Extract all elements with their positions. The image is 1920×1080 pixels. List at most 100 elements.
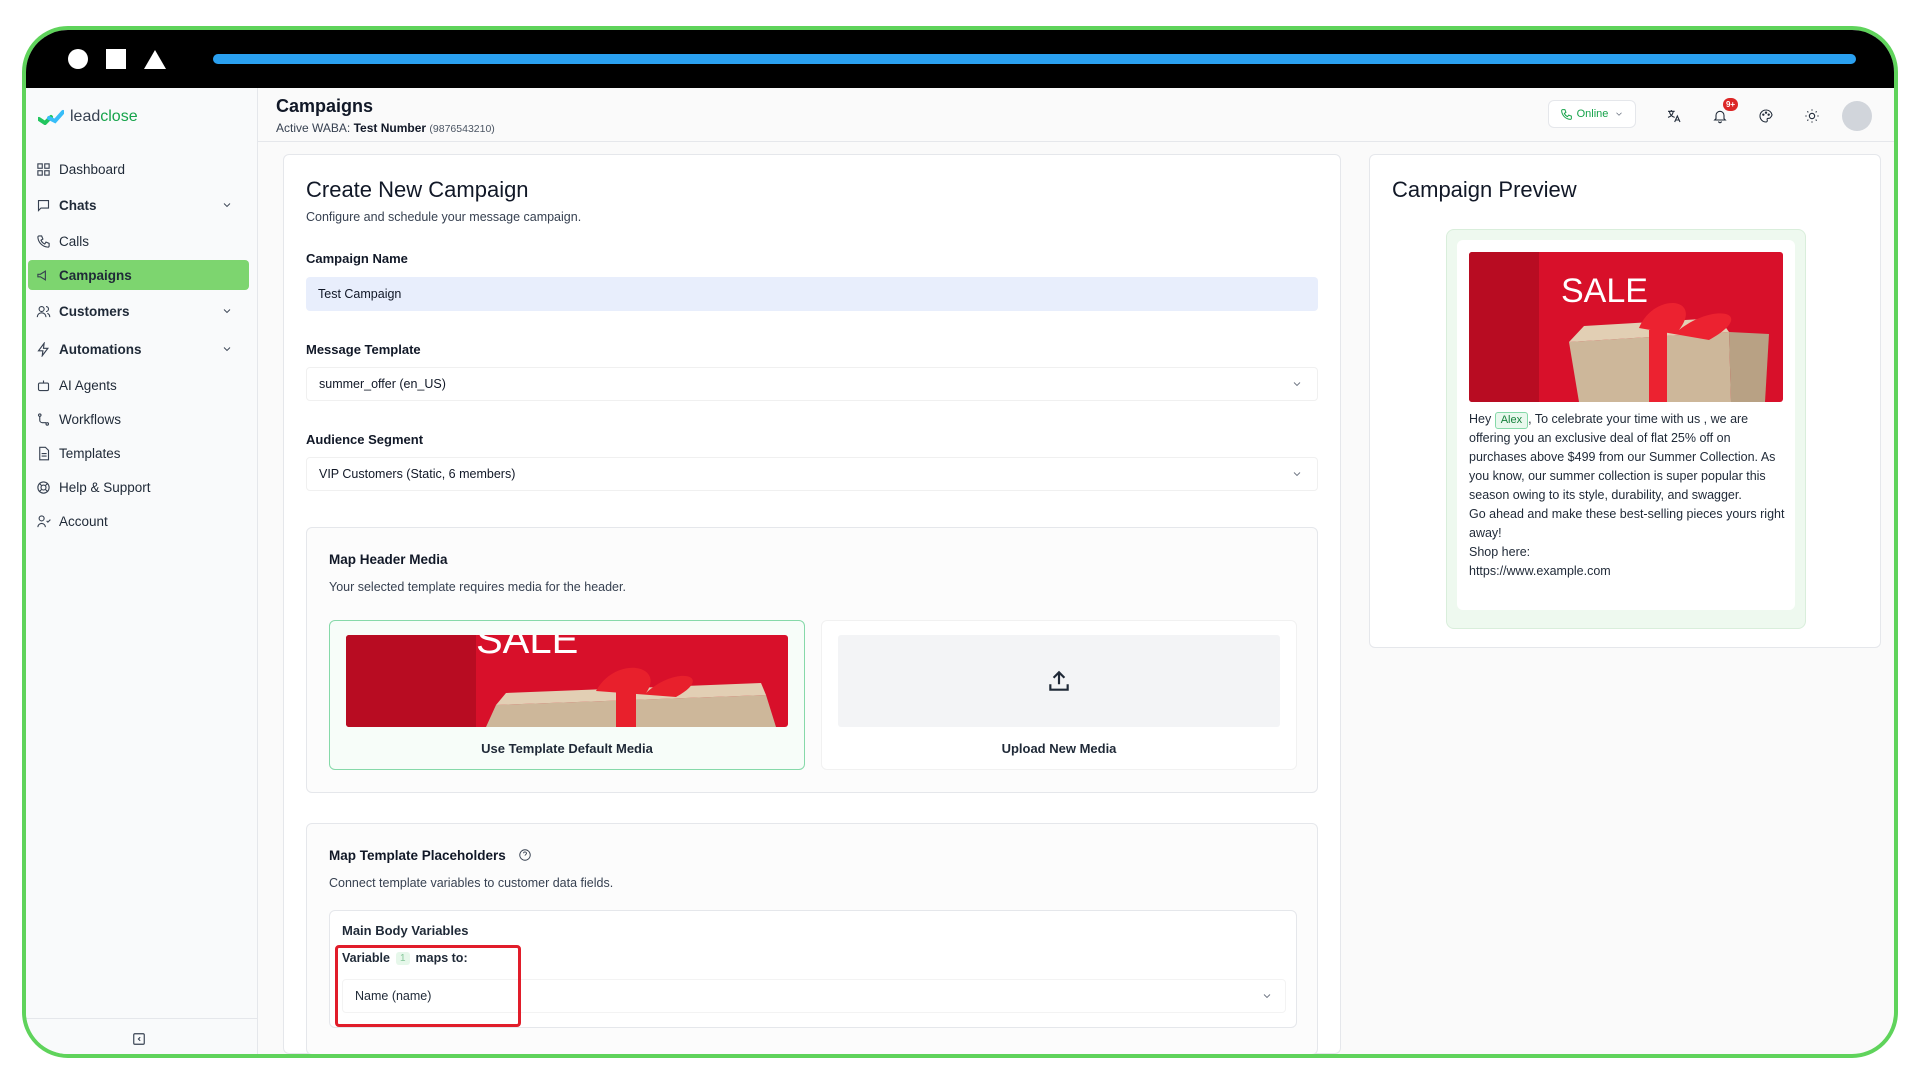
chevron-down-icon[interactable] (221, 199, 233, 211)
sidebar-item-workflows[interactable]: Workflows (28, 404, 249, 434)
message-preview: SALE Hey Alex, To celebrate your time wi… (1446, 229, 1806, 629)
sidebar-item-ai-agents[interactable]: AI Agents (28, 370, 249, 400)
active-waba: Active WABA: Test Number (9876543210) (276, 121, 495, 135)
chat-icon (37, 199, 50, 212)
phone-icon (37, 234, 50, 248)
message-body: Hey Alex, To celebrate your time with us… (1469, 410, 1787, 581)
phone-icon (1560, 108, 1572, 120)
create-campaign-card: Create New Campaign Configure and schedu… (283, 154, 1341, 1054)
sidebar-item-label: Account (59, 513, 108, 529)
chevron-down-icon (1616, 112, 1623, 116)
message-template-label: Message Template (306, 342, 421, 357)
message-line-2: Go ahead and make these best-selling pie… (1469, 507, 1785, 540)
sidebar-item-campaigns[interactable]: Campaigns (28, 260, 249, 290)
triangle-icon (144, 49, 166, 69)
sale-gift-image: SALE (1469, 252, 1783, 402)
highlight-box (335, 945, 521, 1027)
upload-media-option[interactable]: Upload New Media (821, 620, 1297, 770)
header-media-section: Map Header Media Your selected template … (306, 527, 1318, 793)
sale-image: SALE (346, 635, 788, 727)
upload-media-label: Upload New Media (1001, 741, 1117, 756)
sidebar: lead close Dashboard Chats Calls Campaign… (26, 88, 258, 1054)
message-template-select[interactable]: summer_offer (en_US) (306, 367, 1318, 401)
brand-name-part2: close (100, 108, 138, 125)
sidebar-item-label: Help & Support (59, 479, 151, 495)
header: Campaigns Active WABA: Test Number (9876… (258, 88, 1894, 142)
sidebar-footer (26, 1018, 257, 1054)
user-icon (37, 514, 51, 527)
translate-icon[interactable] (1666, 108, 1682, 124)
sale-text: SALE (476, 635, 578, 662)
sidebar-item-label: Dashboard (59, 161, 126, 177)
sidebar-item-calls[interactable]: Calls (28, 226, 249, 256)
sidebar-item-label: Chats (59, 197, 97, 213)
sidebar-item-label: Templates (59, 445, 121, 461)
default-media-label: Use Template Default Media (481, 741, 653, 756)
status-label: Online (1576, 108, 1609, 120)
dashboard-icon (37, 162, 50, 176)
page-title: Campaigns (276, 96, 374, 116)
message-line-3: Shop here: (1469, 545, 1531, 559)
sidebar-item-chats[interactable]: Chats (28, 188, 249, 222)
waba-number: (9876543210) (429, 123, 495, 135)
lifebuoy-icon (37, 480, 50, 494)
sidebar-item-label: Calls (59, 233, 90, 249)
sidebar-item-help-support[interactable]: Help & Support (28, 472, 249, 502)
audience-segment-value: VIP Customers (Static, 6 members) (319, 467, 516, 481)
bell-icon[interactable] (1712, 108, 1728, 124)
sidebar-item-label: Workflows (59, 411, 122, 427)
sidebar-item-dashboard[interactable]: Dashboard (28, 154, 249, 184)
name-variable-chip: Alex (1494, 412, 1529, 429)
campaign-name-label: Campaign Name (306, 251, 408, 266)
progress-fill (213, 54, 1856, 64)
chevron-down-icon[interactable] (221, 343, 233, 355)
sidebar-nav: Dashboard Chats Calls Campaigns Customer… (26, 154, 257, 540)
palette-icon[interactable] (1758, 108, 1774, 124)
brand-name-part1: lead (70, 108, 101, 125)
message-bubble: SALE Hey Alex, To celebrate your time wi… (1457, 240, 1795, 610)
sun-icon[interactable] (1804, 108, 1820, 124)
sale-text: SALE (1561, 272, 1648, 310)
form-subtitle: Configure and schedule your message camp… (306, 210, 582, 224)
users-icon (36, 305, 51, 317)
chevron-down-icon (1293, 472, 1301, 477)
sale-gift-image: SALE (346, 635, 788, 727)
sidebar-item-customers[interactable]: Customers (28, 294, 249, 328)
chevron-down-icon[interactable] (221, 305, 233, 317)
sidebar-item-label: Campaigns (59, 267, 132, 283)
sidebar-item-account[interactable]: Account (28, 506, 249, 536)
audience-segment-select[interactable]: VIP Customers (Static, 6 members) (306, 457, 1318, 491)
workflow-icon (37, 412, 50, 426)
sidebar-item-templates[interactable]: Templates (28, 438, 249, 468)
top-bar (26, 30, 1894, 88)
device-frame: lead close Dashboard Chats Calls Campaign… (22, 26, 1898, 1058)
campaign-name-input[interactable]: Test Campaign (306, 277, 1318, 311)
notification-badge: 9+ (1723, 98, 1738, 111)
main-body-variables-title: Main Body Variables (342, 923, 469, 938)
sidebar-item-automations[interactable]: Automations (28, 332, 249, 366)
bot-icon (37, 380, 50, 391)
campaign-preview-card: Campaign Preview SALE Hey Alex , To cele… (1369, 154, 1881, 648)
placeholders-title: Map Template Placeholders (329, 848, 532, 863)
avatar[interactable] (1842, 101, 1872, 131)
message-template-value: summer_offer (en_US) (319, 377, 446, 391)
help-circle-icon[interactable] (518, 848, 532, 862)
upload-dropzone[interactable] (838, 635, 1280, 727)
logo-icon (38, 110, 64, 125)
preview-sale-image: SALE (1469, 252, 1783, 402)
status-dropdown[interactable]: Online (1548, 100, 1636, 128)
logo[interactable]: lead close (38, 108, 138, 126)
audience-segment-label: Audience Segment (306, 432, 424, 447)
campaign-name-value: Test Campaign (318, 287, 402, 301)
waba-name: Test Number (353, 121, 427, 135)
default-media-option[interactable]: SALE Use Template Default Media (329, 620, 805, 770)
message-link[interactable]: https://www.example.com (1469, 562, 1787, 581)
upload-icon (1049, 670, 1069, 691)
collapse-sidebar-icon[interactable] (132, 1032, 146, 1046)
zap-icon (37, 341, 49, 357)
header-media-title: Map Header Media (329, 552, 448, 567)
greeting: Hey (1469, 412, 1492, 426)
waba-label: Active WABA: (276, 121, 351, 135)
header-media-description: Your selected template requires media fo… (329, 580, 626, 594)
form-title: Create New Campaign (306, 177, 529, 202)
